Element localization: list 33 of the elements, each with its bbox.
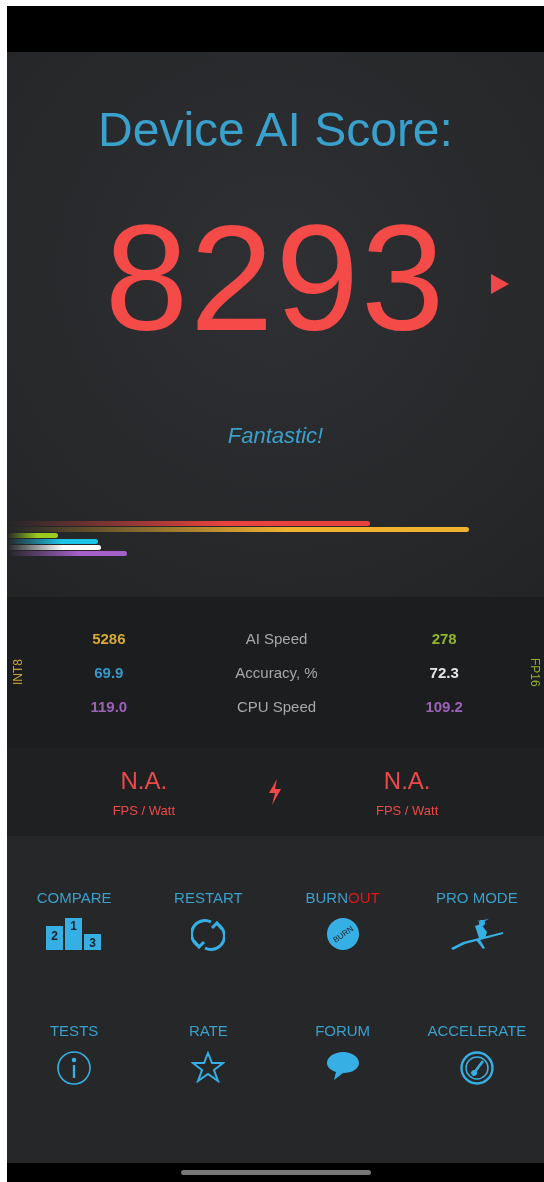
int8-value: 69.9	[94, 664, 124, 681]
int8-value: 119.0	[90, 698, 128, 715]
action-button[interactable]: FORUM	[315, 1022, 371, 1039]
score-title: Device AI Score:	[98, 102, 453, 157]
action-button[interactable]: RESTART	[174, 889, 243, 906]
metric-name: Accuracy, %	[235, 664, 318, 681]
star-icon	[191, 1051, 226, 1083]
rating-text: Fantastic!	[227, 423, 324, 449]
refresh-icon	[191, 918, 226, 952]
play-icon[interactable]	[490, 273, 510, 295]
metric-name: AI Speed	[245, 630, 308, 647]
lightning-icon	[267, 779, 284, 805]
int8-value: 5286	[92, 630, 126, 647]
action-button[interactable]: ACCELERATE	[427, 1022, 527, 1039]
power-unit: FPS / Watt	[112, 802, 175, 818]
action-button[interactable]: BURNOUT	[305, 889, 380, 906]
action-button[interactable]: PRO MODE	[436, 889, 518, 906]
power-value: N.A.	[383, 766, 431, 795]
fp16-value: 109.2	[425, 698, 463, 715]
info-icon	[57, 1051, 92, 1085]
speech-bubble-icon	[325, 1051, 360, 1081]
action-button[interactable]: TESTS	[49, 1022, 99, 1039]
speedometer-icon	[459, 1051, 494, 1085]
score-value: 8293	[104, 203, 447, 353]
power-value: N.A.	[120, 766, 168, 795]
int8-label: INT8	[11, 659, 25, 686]
metric-name: CPU Speed	[236, 698, 317, 715]
action-button[interactable]: RATE	[188, 1022, 228, 1039]
fp16-label: FP16	[528, 658, 542, 687]
fp16-value: 278	[431, 630, 457, 647]
fp16-value: 72.3	[429, 664, 459, 681]
power-unit: FPS / Watt	[375, 802, 439, 818]
action-button[interactable]: COMPARE	[36, 889, 112, 906]
